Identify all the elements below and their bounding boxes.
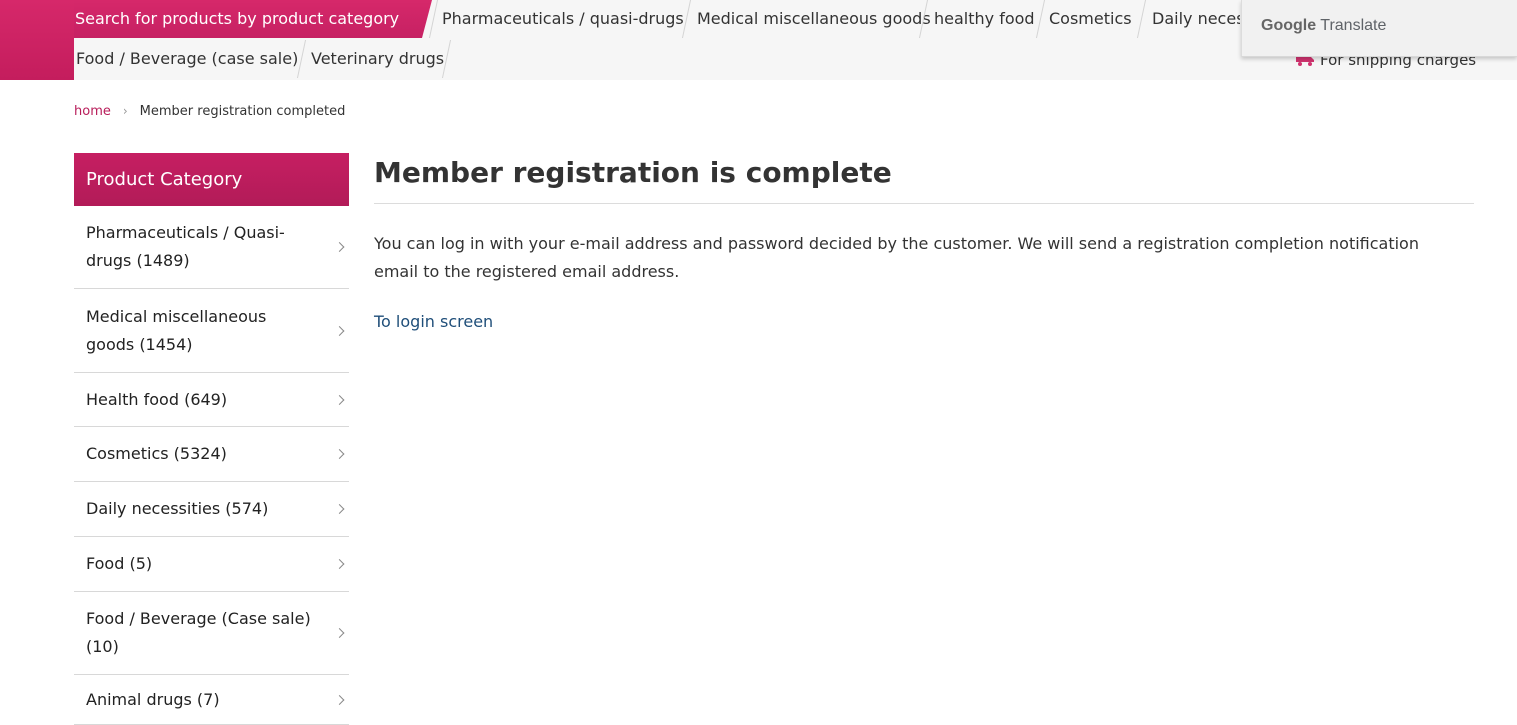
translate-wordmark: Translate <box>1320 17 1387 34</box>
breadcrumb: home › Member registration completed <box>74 104 345 119</box>
nav-pharmaceuticals[interactable]: Pharmaceuticals / quasi-drugs <box>442 0 684 38</box>
chevron-right-icon <box>334 504 345 514</box>
product-category-sidebar: Product Category Pharmaceuticals / Quasi… <box>74 153 349 725</box>
sidebar-item-label: Pharmaceuticals / Quasi-drugs (1489) <box>86 223 285 270</box>
chevron-right-icon <box>334 394 345 405</box>
nav-separator <box>296 40 307 78</box>
sidebar-item-animal-drugs[interactable]: Animal drugs (7) <box>74 675 349 725</box>
nav-accent-block <box>0 0 74 80</box>
sidebar-item-daily-necessities[interactable]: Daily necessities (574) <box>74 482 349 537</box>
sidebar-item-cosmetics[interactable]: Cosmetics (5324) <box>74 427 349 482</box>
nav-daily-necessities[interactable]: Daily necess <box>1152 0 1240 38</box>
chevron-right-icon <box>334 628 345 638</box>
chevron-right-icon <box>334 242 345 252</box>
sidebar-item-pharmaceuticals[interactable]: Pharmaceuticals / Quasi-drugs (1489) <box>74 206 349 289</box>
sidebar-item-label: Health food (649) <box>86 389 228 409</box>
sidebar-title: Product Category <box>74 153 349 206</box>
nav-veterinary-drugs[interactable]: Veterinary drugs <box>311 40 444 78</box>
nav-separator <box>1035 0 1046 38</box>
login-screen-link[interactable]: To login screen <box>374 312 493 331</box>
chevron-right-icon <box>334 449 345 459</box>
nav-medical-goods[interactable]: Medical miscellaneous goods <box>697 0 931 38</box>
sidebar-item-food[interactable]: Food (5) <box>74 537 349 592</box>
chevron-right-icon <box>334 694 345 705</box>
sidebar-item-label: Food (5) <box>86 554 153 573</box>
main-content: Member registration is complete You can … <box>374 153 1474 331</box>
nav-cosmetics[interactable]: Cosmetics <box>1049 0 1132 38</box>
sidebar-item-label: Food / Beverage (Case sale) (10) <box>86 609 311 656</box>
chevron-right-icon: › <box>122 104 128 118</box>
sidebar-item-label: Medical miscellaneous goods (1454) <box>86 306 267 354</box>
sidebar-item-label: Cosmetics (5324) <box>86 444 227 463</box>
breadcrumb-home-link[interactable]: home <box>74 104 111 119</box>
google-translate-popup[interactable]: Google Translate <box>1241 0 1517 57</box>
sidebar-item-label: Animal drugs (7) <box>86 690 220 709</box>
sidebar-item-label: Daily necessities (574) <box>86 499 269 518</box>
nav-healthy-food[interactable]: healthy food <box>934 0 1035 38</box>
nav-separator <box>1136 0 1147 38</box>
nav-food-beverage-case[interactable]: Food / Beverage (case sale) <box>76 40 298 78</box>
sidebar-item-health-food[interactable]: Health food (649) <box>74 373 349 427</box>
category-search-label: Search for products by product category <box>74 0 432 38</box>
sidebar-item-medical-goods[interactable]: Medical miscellaneous goods (1454) <box>74 289 349 373</box>
breadcrumb-current: Member registration completed <box>139 104 346 119</box>
registration-description: You can log in with your e-mail address … <box>374 234 1419 281</box>
chevron-right-icon <box>334 559 345 569</box>
sidebar-item-food-beverage-case[interactable]: Food / Beverage (Case sale) (10) <box>74 592 349 675</box>
google-wordmark: Google <box>1261 17 1317 34</box>
chevron-right-icon <box>334 325 345 336</box>
page-title: Member registration is complete <box>374 153 1474 204</box>
google-translate-logo: Google Translate <box>1261 17 1386 35</box>
